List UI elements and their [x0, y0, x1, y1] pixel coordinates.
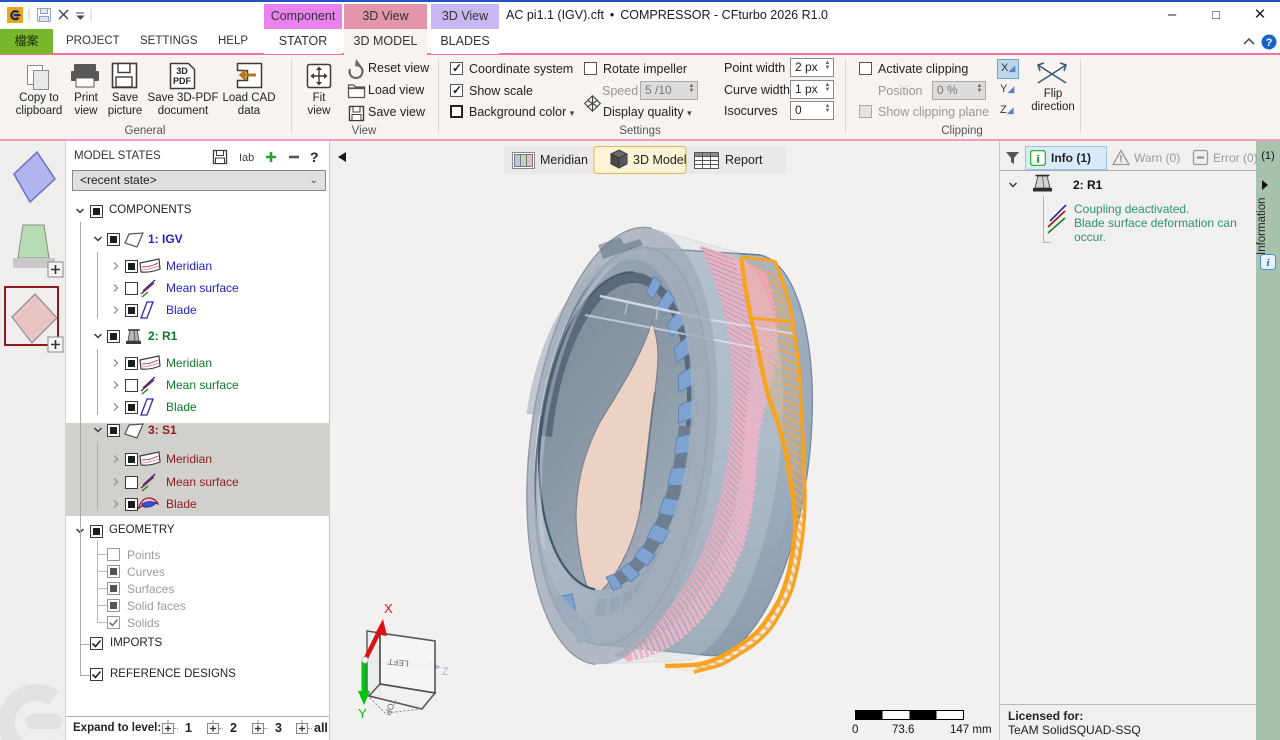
svg-text:?: ?: [310, 149, 319, 165]
svg-text:0: 0: [852, 724, 858, 736]
svg-text:?: ?: [1266, 37, 1273, 49]
svg-text:3D: 3D: [176, 66, 188, 76]
svg-text:147 mm: 147 mm: [950, 724, 992, 736]
svg-text:!: !: [1119, 154, 1122, 165]
svg-text:Z: Z: [442, 666, 449, 678]
svg-text:73.6: 73.6: [892, 724, 914, 736]
svg-text:X: X: [384, 601, 393, 616]
svg-text:PDF: PDF: [173, 76, 192, 86]
svg-text:Y: Y: [358, 706, 367, 720]
svg-text:Iab: Iab: [239, 152, 254, 164]
